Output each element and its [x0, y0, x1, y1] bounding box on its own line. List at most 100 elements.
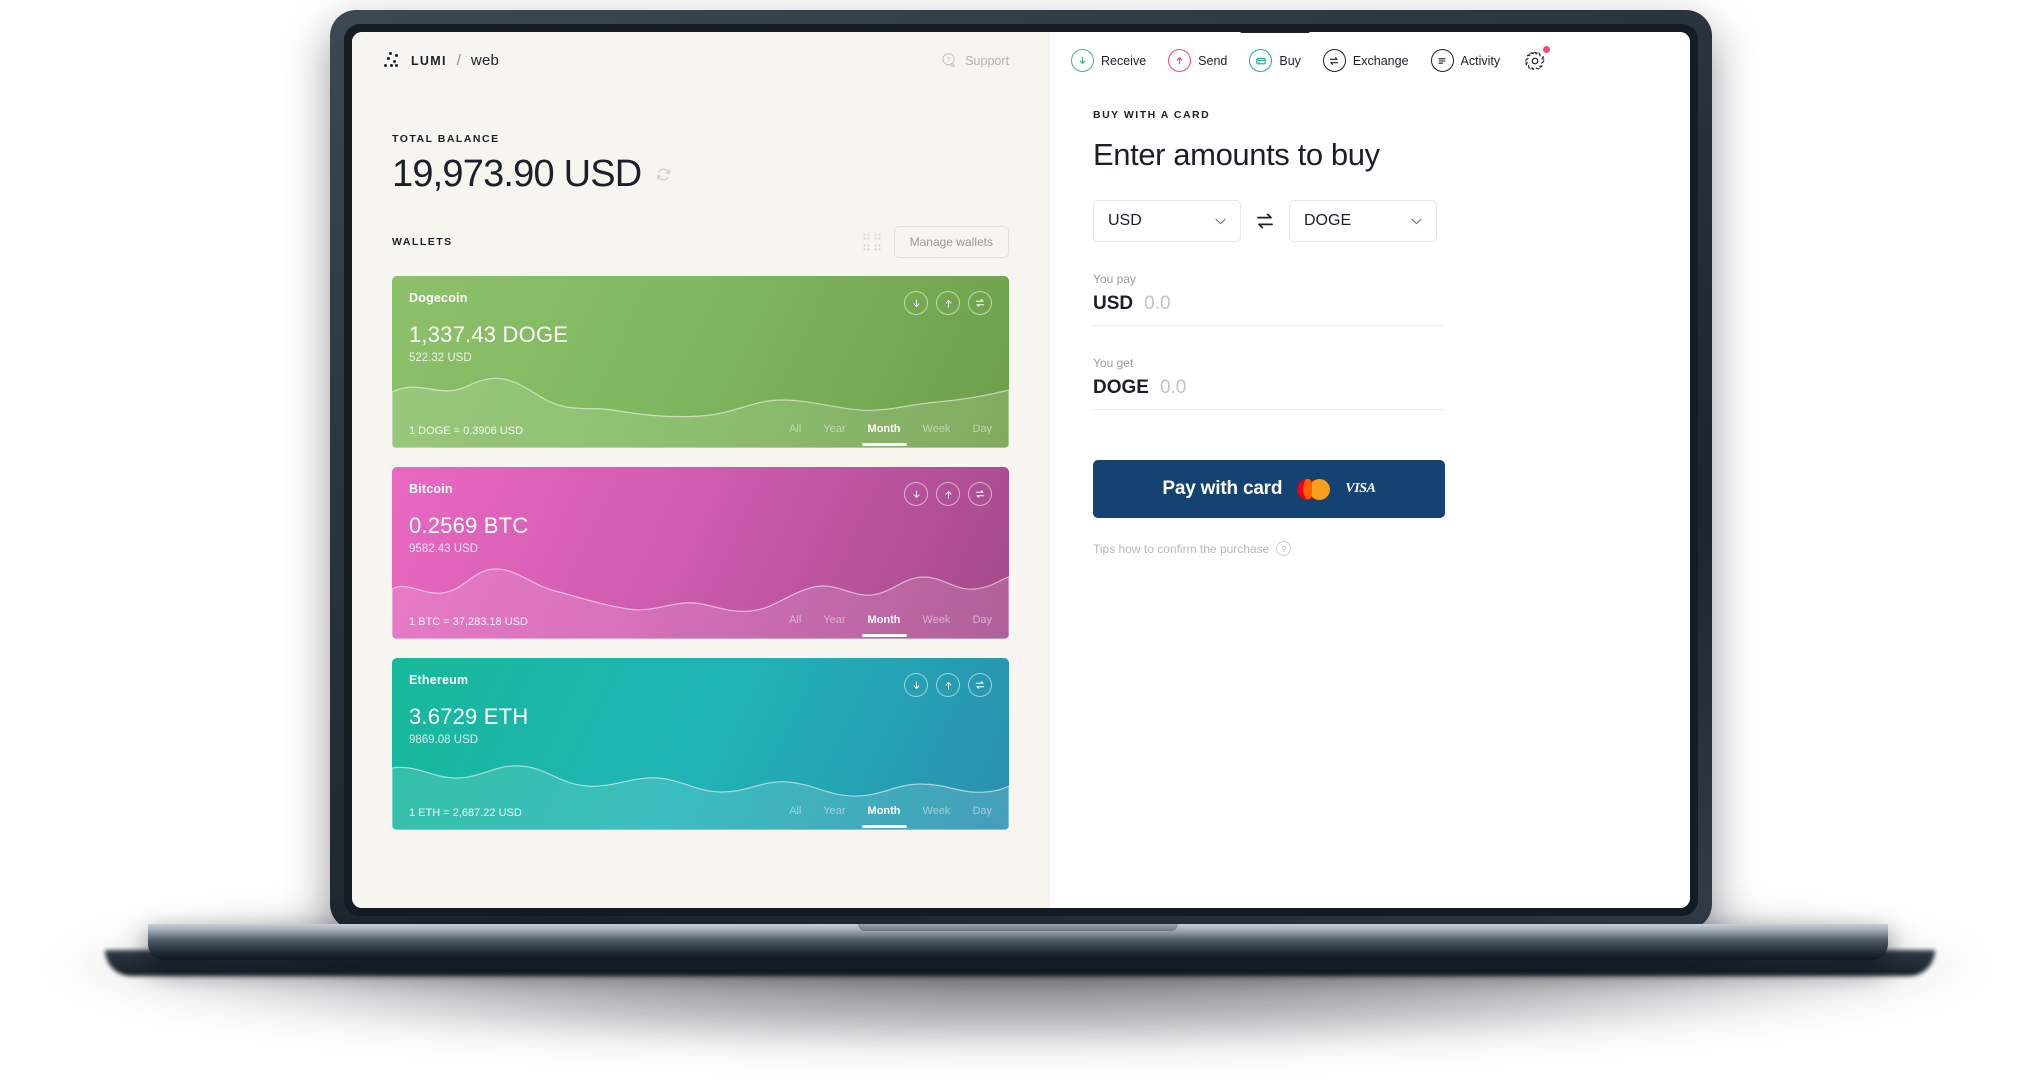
wallet-amount: 3.6729 ETH	[409, 704, 529, 729]
card-header: Bitcoin	[392, 467, 1009, 506]
range-year[interactable]: Year	[823, 805, 845, 822]
send-icon[interactable]	[936, 482, 960, 506]
to-currency-value: DOGE	[1304, 212, 1352, 229]
credit-card-circle-icon	[1249, 49, 1273, 72]
arrow-up-circle-icon	[1168, 49, 1192, 72]
visa-logo: VISA	[1345, 481, 1376, 496]
brand-subtitle: web	[470, 52, 500, 69]
brand-name: LUMI	[411, 53, 447, 68]
wallet-name: Dogecoin	[409, 291, 468, 305]
range-week[interactable]: Week	[923, 805, 951, 822]
main-nav: Receive Send Buy Exchange Activity	[1049, 32, 1690, 89]
wallet-amount: 1,337.43 DOGE	[409, 322, 569, 347]
wallet-card-dogecoin[interactable]: Dogecoin 1,337.43 DOGE 522.32 USD 1 DOGE…	[392, 276, 1009, 448]
balance-row: 19,973.90 USD	[392, 155, 1009, 193]
list-circle-icon	[1430, 49, 1454, 72]
range-selector: All Year Month Week Day	[789, 614, 992, 637]
range-year[interactable]: Year	[823, 614, 845, 631]
range-all[interactable]: All	[789, 423, 801, 440]
nav-item-exchange[interactable]: Exchange	[1322, 32, 1409, 90]
settings-button[interactable]	[1522, 45, 1551, 74]
range-all[interactable]: All	[789, 805, 801, 822]
to-currency-select[interactable]: DOGE	[1289, 200, 1437, 242]
exchange-icon[interactable]	[968, 291, 992, 315]
mastercard-logo	[1297, 478, 1331, 500]
range-day[interactable]: Day	[972, 614, 992, 631]
panel-divider	[1049, 32, 1050, 908]
range-day[interactable]: Day	[972, 805, 992, 822]
receive-icon[interactable]	[904, 291, 928, 315]
receive-icon[interactable]	[904, 482, 928, 506]
nav-item-buy[interactable]: Buy	[1240, 32, 1310, 90]
range-all[interactable]: All	[789, 614, 801, 631]
nav-label: Receive	[1101, 53, 1147, 68]
notification-dot	[1543, 45, 1551, 53]
wallet-rate: 1 ETH = 2,687.22 USD	[409, 807, 522, 819]
support-button[interactable]: ? Support	[941, 52, 1009, 69]
range-month[interactable]: Month	[861, 423, 907, 446]
you-pay-label: You pay	[1093, 272, 1136, 286]
card-footer: 1 BTC = 37,283.18 USD All Year Month Wee…	[392, 605, 1009, 639]
nav-item-send[interactable]: Send	[1168, 32, 1227, 90]
range-week[interactable]: Week	[923, 423, 951, 440]
wallet-card-ethereum[interactable]: Ethereum 3.6729 ETH 9869.08 USD 1 ETH = …	[392, 658, 1009, 830]
nav-item-receive[interactable]: Receive	[1071, 32, 1146, 90]
swap-horizontal-icon[interactable]	[1254, 210, 1276, 232]
screen: LUMI / web ? Support TOTAL BALANCE 19,97…	[352, 32, 1690, 908]
range-week[interactable]: Week	[923, 614, 951, 631]
right-panel: Receive Send Buy Exchange Activity BUY W…	[1049, 32, 1690, 908]
tips-link[interactable]: Tips how to confirm the purchase ?	[1093, 541, 1646, 556]
wallet-usd-value: 9869.08 USD	[409, 734, 479, 746]
wallet-amount: 0.2569 BTC	[409, 513, 529, 538]
chevron-down-icon	[1411, 218, 1422, 224]
card-header: Ethereum	[392, 658, 1009, 697]
buy-form: BUY WITH A CARD Enter amounts to buy USD	[1049, 109, 1690, 556]
total-balance-label: TOTAL BALANCE	[392, 133, 500, 145]
you-get-input-row[interactable]: DOGE 0.0	[1093, 370, 1445, 410]
wallets-label: WALLETS	[392, 236, 453, 248]
wallet-rate: 1 BTC = 37,283.18 USD	[409, 616, 528, 628]
range-month[interactable]: Month	[861, 614, 907, 637]
send-icon[interactable]	[936, 673, 960, 697]
you-get-label: You get	[1093, 356, 1134, 370]
nav-item-activity[interactable]: Activity	[1430, 32, 1501, 90]
brand-separator: /	[456, 52, 461, 69]
card-footer: 1 ETH = 2,687.22 USD All Year Month Week…	[392, 796, 1009, 830]
tab-indicator	[1240, 32, 1310, 33]
card-action-buttons	[904, 673, 992, 697]
lumi-dots-icon	[382, 51, 402, 71]
wallet-rate: 1 DOGE = 0.3906 USD	[409, 425, 524, 437]
you-pay-input-row[interactable]: USD 0.0	[1093, 286, 1445, 326]
support-label: Support	[965, 53, 1009, 68]
card-footer: 1 DOGE = 0.3906 USD All Year Month Week …	[392, 414, 1009, 448]
range-month[interactable]: Month	[861, 805, 907, 828]
from-currency-select[interactable]: USD	[1093, 200, 1241, 242]
question-chat-icon: ?	[942, 53, 955, 68]
screenshot-root: LUMI / web ? Support TOTAL BALANCE 19,97…	[0, 0, 2034, 1091]
wallet-card-bitcoin[interactable]: Bitcoin 0.2569 BTC 9582.43 USD 1 BTC = 3…	[392, 467, 1009, 639]
pay-with-card-button[interactable]: Pay with card VISA	[1093, 460, 1445, 518]
question-circle-icon: ?	[1276, 541, 1292, 556]
you-get-value[interactable]: 0.0	[1160, 377, 1186, 399]
currency-pair-row: USD DOGE	[1093, 200, 1646, 242]
svg-text:?: ?	[947, 55, 951, 64]
grid-view-icon[interactable]	[862, 233, 881, 251]
nav-label: Activity	[1460, 53, 1501, 68]
you-pay-value[interactable]: 0.0	[1144, 293, 1170, 315]
card-header: Dogecoin	[392, 276, 1009, 315]
you-get-currency: DOGE	[1093, 377, 1149, 398]
exchange-icon[interactable]	[968, 673, 992, 697]
send-icon[interactable]	[936, 291, 960, 315]
brand-logo[interactable]: LUMI / web	[382, 51, 499, 71]
manage-wallets-button[interactable]: Manage wallets	[893, 226, 1009, 258]
nav-label: Exchange	[1352, 53, 1409, 68]
range-year[interactable]: Year	[823, 423, 845, 440]
swap-circle-icon	[1322, 49, 1346, 72]
from-currency-value: USD	[1108, 212, 1142, 229]
exchange-icon[interactable]	[968, 482, 992, 506]
range-day[interactable]: Day	[972, 423, 992, 440]
you-get-field: You get DOGE 0.0	[1093, 356, 1646, 410]
refresh-icon[interactable]	[655, 166, 672, 183]
nav-label: Buy	[1279, 53, 1301, 68]
receive-icon[interactable]	[904, 673, 928, 697]
